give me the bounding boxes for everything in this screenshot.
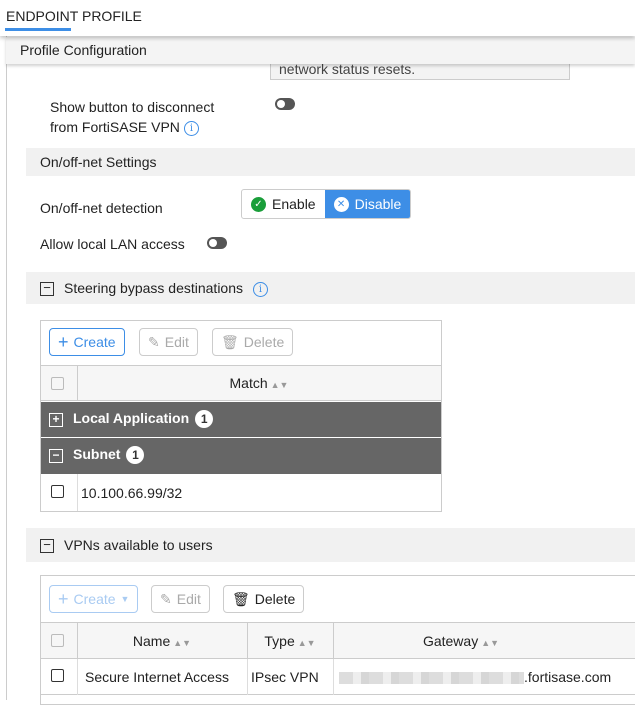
lan-label: Allow local LAN access [40,236,185,252]
collapse-icon[interactable]: − [40,281,54,297]
lan-toggle[interactable] [207,237,227,249]
delete-label: Delete [254,591,296,607]
delete-label: Delete [243,334,285,350]
table-row[interactable]: 10.100.66.99/32 [41,474,441,511]
detection-label: On/off-net detection [40,200,163,216]
info-icon[interactable]: i [253,281,268,297]
active-tab-indicator [5,28,71,31]
gateway-cell: .fortisase.com [339,669,611,685]
sort-icon: ▲▼ [173,638,192,648]
info-icon[interactable]: i [183,120,199,136]
disconnect-toggle[interactable] [275,98,295,110]
trash-icon: 🗑 [221,333,239,350]
column-header-type[interactable]: Type ▲▼ [247,633,333,649]
pencil-icon: ✎ [160,590,172,607]
count-badge: 1 [126,446,145,464]
check-icon: ✓ [251,196,266,212]
section-header: Profile Configuration [6,37,635,64]
row-checkbox[interactable] [51,669,64,682]
row-checkbox[interactable] [51,485,64,498]
collapse-icon[interactable]: − [49,449,63,463]
column-header-match[interactable]: Match ▲▼ [77,375,441,391]
disable-label: Disable [354,196,402,212]
count-badge: 1 [195,410,214,428]
enable-label: Enable [272,196,316,212]
select-all-checkbox[interactable] [51,377,64,390]
table-header: Match ▲▼ [41,365,441,401]
tab-endpoint-profile[interactable]: ENDPOINT PROFILE [6,8,142,24]
edit-button[interactable]: ✎ Edit [151,585,210,613]
disable-button[interactable]: ✕ Disable [324,190,411,218]
col-label: Gateway [422,633,479,649]
select-all-checkbox[interactable] [51,634,64,647]
sort-icon: ▲▼ [270,380,289,390]
group-row[interactable]: + Local Application 1 [41,402,441,437]
group-row[interactable]: − Subnet 1 [41,438,441,474]
sort-icon: ▲▼ [481,638,500,648]
group-name: Subnet [73,446,121,462]
x-icon: ✕ [333,196,349,212]
steering-section-header[interactable]: − Steering bypass destinations i [26,272,635,304]
label-line: Show button to disconnect [50,99,215,115]
pencil-icon: ✎ [148,333,160,350]
section-title: Steering bypass destinations [64,280,243,296]
divider [6,36,7,700]
plus-icon: + [58,588,69,609]
name-cell: Secure Internet Access [85,669,229,685]
trash-icon: 🗑 [232,590,250,607]
delete-button[interactable]: 🗑 Delete [212,328,294,356]
top-header: ENDPOINT PROFILE [0,0,635,36]
type-cell: IPsec VPN [251,669,319,685]
table-header: Name ▲▼ Type ▲▼ Gateway ▲▼ [41,622,635,659]
section-title: VPNs available to users [64,537,213,553]
steering-table: + Create ✎ Edit 🗑 Delete Match ▲▼ + Local App… [40,320,442,512]
column-header-gateway[interactable]: Gateway ▲▼ [333,633,589,649]
vpns-section-header[interactable]: − VPNs available to users [26,528,635,562]
onoff-section-header: On/off-net Settings [26,148,635,176]
gateway-domain: .fortisase.com [524,669,612,685]
edit-label: Edit [164,334,189,350]
redacted-text [339,672,524,685]
col-label: Type [264,633,295,649]
edit-button[interactable]: ✎ Edit [139,328,198,356]
subnet-cell: 10.100.66.99/32 [81,485,183,501]
column-header-name[interactable]: Name ▲▼ [77,633,247,649]
edit-label: Edit [176,591,201,607]
disconnect-label: Show button to disconnect from FortiSASE… [50,97,214,137]
col-label: Match [229,375,268,391]
detection-toggle-group: ✓ Enable ✕ Disable [241,189,412,219]
create-label: Create [73,591,116,607]
label-line: from FortiSASE VPN [50,119,180,135]
expand-icon[interactable]: + [49,413,63,427]
collapse-icon[interactable]: − [40,538,54,554]
group-name: Local Application [73,410,190,426]
create-button[interactable]: + Create [49,328,125,356]
enable-button[interactable]: ✓ Enable [242,190,325,218]
create-dropdown-button[interactable]: + Create ▼ [49,585,139,613]
table-row[interactable]: Secure Internet Access IPsec VPN .fortis… [41,659,635,695]
sort-icon: ▲▼ [297,638,316,648]
col-label: Name [132,633,171,649]
vpns-table: + Create ▼ ✎ Edit 🗑 Delete Name ▲▼ Type ▲▼ Gat… [40,575,635,705]
delete-button[interactable]: 🗑 Delete [223,585,305,613]
create-label: Create [73,334,116,350]
caret-down-icon: ▼ [120,594,130,604]
plus-icon: + [58,331,69,352]
